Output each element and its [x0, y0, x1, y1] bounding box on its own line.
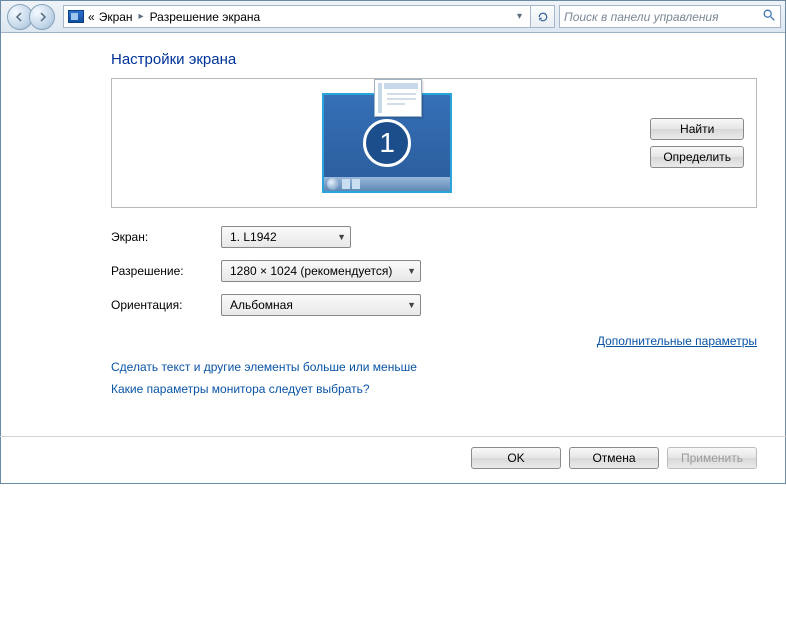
ok-button[interactable]: OK: [471, 447, 561, 469]
display-label: Экран:: [111, 230, 221, 244]
monitor-side-buttons: Найти Определить: [650, 118, 744, 168]
nav-buttons: [3, 4, 59, 30]
help-links: Сделать текст и другие элементы больше и…: [111, 360, 757, 396]
advanced-settings-link[interactable]: Дополнительные параметры: [111, 334, 757, 348]
resolution-row: Разрешение: 1280 × 1024 (рекомендуется) …: [111, 260, 757, 282]
dialog-buttons: OK Отмена Применить: [1, 447, 785, 483]
breadcrumb-item-resolution[interactable]: Разрешение экрана: [148, 6, 263, 27]
display-value: 1. L1942: [230, 230, 277, 244]
monitor-number: 1: [363, 119, 411, 167]
monitor-preview-box: 1 Найти Определить: [111, 78, 757, 208]
separator: [0, 436, 786, 437]
resolution-label: Разрешение:: [111, 264, 221, 278]
chevron-down-icon: ▼: [327, 232, 346, 242]
find-button[interactable]: Найти: [650, 118, 744, 140]
identify-button[interactable]: Определить: [650, 146, 744, 168]
orientation-select[interactable]: Альбомная ▼: [221, 294, 421, 316]
display-select[interactable]: 1. L1942 ▼: [221, 226, 351, 248]
display-settings-window: « Экран ▸ Разрешение экрана ▾ Поиск в па…: [0, 0, 786, 484]
address-dropdown-icon[interactable]: ▾: [513, 11, 526, 22]
breadcrumb-item-display[interactable]: Экран: [97, 6, 135, 27]
taskbar-icon-preview: [342, 179, 350, 189]
address-bar-wrapper: « Экран ▸ Разрешение экрана ▾ Поиск в па…: [63, 5, 783, 28]
taskbar-icon-preview: [352, 179, 360, 189]
monitor-help-link[interactable]: Какие параметры монитора следует выбрать…: [111, 382, 757, 396]
resize-text-link[interactable]: Сделать текст и другие элементы больше и…: [111, 360, 757, 374]
orientation-row: Ориентация: Альбомная ▼: [111, 294, 757, 316]
cancel-button[interactable]: Отмена: [569, 447, 659, 469]
display-settings-icon: [68, 10, 84, 23]
window-topbar: « Экран ▸ Разрешение экрана ▾ Поиск в па…: [1, 1, 785, 33]
content-area: Настройки экрана 1 Найти Определить: [1, 33, 785, 422]
refresh-button[interactable]: [531, 5, 555, 28]
chevron-right-icon: ▸: [137, 11, 146, 22]
chevron-down-icon: ▼: [397, 300, 416, 310]
apply-button: Применить: [667, 447, 757, 469]
resolution-value: 1280 × 1024 (рекомендуется): [230, 264, 392, 278]
forward-button[interactable]: [29, 4, 55, 30]
chevron-down-icon: ▼: [397, 266, 416, 276]
search-input[interactable]: Поиск в панели управления: [559, 5, 781, 28]
orientation-value: Альбомная: [230, 298, 293, 312]
breadcrumb: « Экран ▸ Разрешение экрана: [86, 6, 264, 27]
breadcrumb-prefix: «: [88, 10, 95, 24]
page-title: Настройки экрана: [111, 51, 757, 68]
search-placeholder: Поиск в панели управления: [564, 10, 719, 24]
search-icon: [762, 8, 776, 25]
monitor-preview-center: 1: [124, 93, 650, 193]
resolution-select[interactable]: 1280 × 1024 (рекомендуется) ▼: [221, 260, 421, 282]
orientation-label: Ориентация:: [111, 298, 221, 312]
window-preview-icon: [374, 79, 422, 117]
address-bar[interactable]: « Экран ▸ Разрешение экрана ▾: [63, 5, 531, 28]
monitor-preview[interactable]: 1: [322, 93, 452, 193]
display-row: Экран: 1. L1942 ▼: [111, 226, 757, 248]
